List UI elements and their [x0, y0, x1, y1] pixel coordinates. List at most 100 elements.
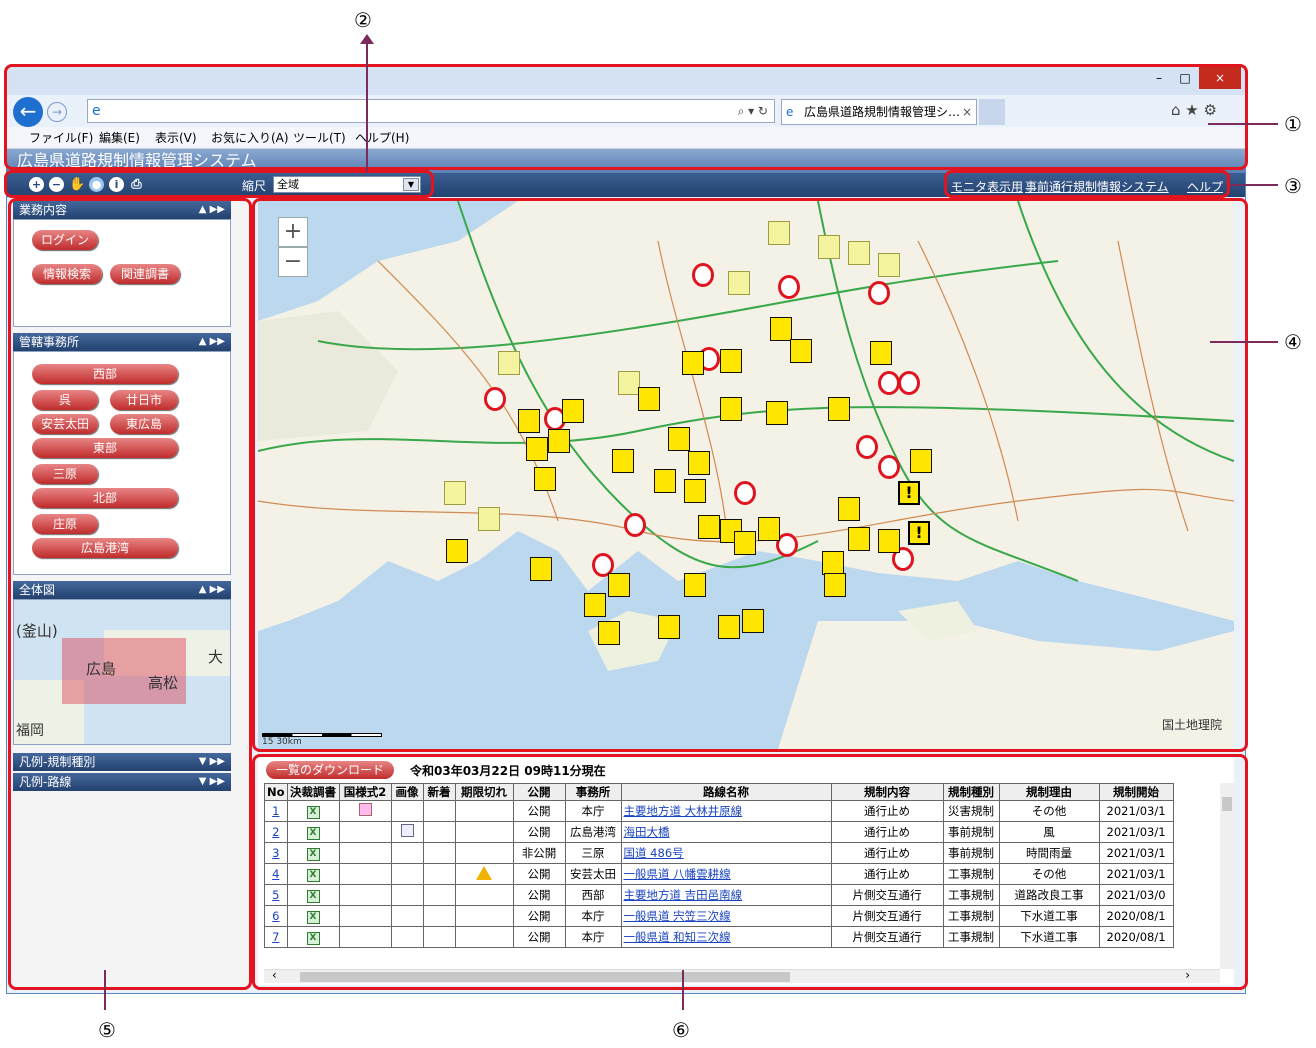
office-higashihiroshima-button[interactable]: 東広島	[110, 414, 178, 434]
road-closed-marker[interactable]	[692, 263, 714, 287]
list-vertical-scrollbar[interactable]	[1220, 783, 1234, 969]
col-image[interactable]: 画像	[390, 783, 424, 801]
pan-hand-icon[interactable]: ✋	[69, 177, 85, 192]
excel-icon[interactable]: X	[306, 890, 320, 903]
road-closed-marker[interactable]	[878, 371, 900, 395]
col-reason[interactable]: 規制理由	[998, 783, 1100, 801]
road-closed-marker[interactable]	[734, 481, 756, 505]
map-zoom-out-button[interactable]: −	[278, 247, 308, 277]
collapse-icon[interactable]: ▲ ▶▶	[199, 581, 225, 599]
snow-marker[interactable]	[728, 271, 750, 295]
barrier-marker[interactable]	[790, 339, 812, 363]
snow-marker[interactable]	[848, 241, 870, 265]
barrier-marker[interactable]	[878, 529, 900, 553]
barrier-marker[interactable]	[870, 341, 892, 365]
scale-select[interactable]: 全域 ▼	[273, 176, 421, 193]
road-closed-marker[interactable]	[878, 455, 900, 479]
menu-edit[interactable]: 編集(E)	[99, 127, 140, 149]
row-no[interactable]: 2	[264, 821, 288, 843]
col-expired[interactable]: 期限切れ	[454, 783, 514, 801]
tab-hiroshima[interactable]: e 広島県道路規制情報管理シ… ×	[781, 99, 977, 125]
barrier-marker[interactable]	[838, 497, 860, 521]
row-no[interactable]: 3	[264, 842, 288, 864]
col-start[interactable]: 規制開始	[1098, 783, 1174, 801]
home-favorites-settings-icon[interactable]: ⌂ ★ ⚙	[1171, 101, 1217, 119]
barrier-marker[interactable]	[720, 349, 742, 373]
tab-close-icon[interactable]: ×	[962, 100, 972, 124]
truck-restriction-marker[interactable]	[778, 275, 800, 299]
expand-icon[interactable]: ▼ ▶▶	[199, 773, 225, 791]
map-view[interactable]: + − ! ! 国土地理院 15 30km	[258, 201, 1234, 749]
excel-icon[interactable]: X	[306, 869, 320, 882]
info-icon[interactable]: i	[109, 177, 124, 192]
legend-road-header[interactable]: 凡例-路線 ▼ ▶▶	[13, 773, 231, 791]
search-refresh-icon[interactable]: ⌕ ▾ ↻	[738, 104, 768, 119]
excel-icon[interactable]: X	[306, 932, 320, 945]
road-closed-marker[interactable]	[856, 435, 878, 459]
barrier-marker[interactable]	[824, 573, 846, 597]
barrier-marker[interactable]	[530, 557, 552, 581]
row-route[interactable]: 海田大橋	[620, 821, 832, 843]
table-row[interactable]: 6 X 公開 本庁 一般県道 宍笠三次線 片側交互通行 工事規制 下水道工事 2…	[264, 905, 1174, 927]
col-form2[interactable]: 国様式2	[338, 783, 392, 801]
back-arrow-icon[interactable]: ←	[13, 97, 43, 127]
row-route[interactable]: 一般県道 和知三次線	[620, 926, 832, 948]
barrier-marker[interactable]	[562, 399, 584, 423]
snow-marker[interactable]	[498, 351, 520, 375]
table-row[interactable]: 4 X 公開 安芸太田 一般県道 八幡雲耕線 通行止め 工事規制 その他 202…	[264, 863, 1174, 885]
barrier-marker[interactable]	[684, 479, 706, 503]
excel-icon[interactable]: X	[306, 827, 320, 840]
office-shobara-button[interactable]: 庄原	[32, 514, 98, 534]
office-akiota-button[interactable]: 安芸太田	[32, 414, 98, 434]
list-horizontal-scrollbar[interactable]: ‹ ›	[264, 968, 1220, 983]
col-no[interactable]: No	[264, 783, 288, 801]
barrier-marker[interactable]	[608, 573, 630, 597]
menu-help[interactable]: ヘルプ(H)	[355, 127, 409, 149]
truck-restriction-marker[interactable]	[868, 281, 890, 305]
menu-tools[interactable]: ツール(T)	[293, 127, 346, 149]
snow-marker[interactable]	[818, 235, 840, 259]
scroll-left-icon[interactable]: ‹	[272, 968, 277, 982]
col-office[interactable]: 事務所	[564, 783, 622, 801]
barrier-marker[interactable]	[822, 551, 844, 575]
legend-type-header[interactable]: 凡例-規制種別 ▼ ▶▶	[13, 753, 231, 771]
table-row[interactable]: 2 X 公開 広島港湾 海田大橋 通行止め 事前規制 風 2021/03/1	[264, 821, 1174, 843]
new-tab-button[interactable]	[979, 99, 1005, 125]
road-closed-marker[interactable]	[898, 371, 920, 395]
overview-viewport[interactable]	[62, 638, 186, 704]
snow-marker[interactable]	[444, 481, 466, 505]
office-kure-button[interactable]: 呉	[32, 390, 98, 410]
download-list-button[interactable]: 一覧のダウンロード	[266, 761, 394, 779]
road-closed-marker[interactable]	[484, 387, 506, 411]
related-docs-button[interactable]: 関連調書	[110, 264, 180, 284]
overview-panel-header[interactable]: 全体図 ▲ ▶▶	[13, 581, 231, 599]
menu-view[interactable]: 表示(V)	[155, 127, 197, 149]
col-type[interactable]: 規制種別	[942, 783, 1000, 801]
col-route[interactable]: 路線名称	[620, 783, 832, 801]
barrier-marker[interactable]	[682, 351, 704, 375]
col-content[interactable]: 規制内容	[830, 783, 944, 801]
help-link[interactable]: ヘルプ	[1187, 178, 1223, 195]
barrier-marker[interactable]	[684, 573, 706, 597]
barrier-marker[interactable]	[910, 449, 932, 473]
col-public[interactable]: 公開	[512, 783, 566, 801]
row-no[interactable]: 6	[264, 905, 288, 927]
image-icon[interactable]	[400, 824, 414, 837]
close-button[interactable]: ×	[1199, 67, 1241, 89]
barrier-marker[interactable]	[658, 615, 680, 639]
barrier-marker[interactable]	[668, 427, 690, 451]
snow-marker[interactable]	[878, 253, 900, 277]
barrier-marker[interactable]	[612, 449, 634, 473]
barrier-marker[interactable]	[828, 397, 850, 421]
row-route[interactable]: 一般県道 八幡雲耕線	[620, 863, 832, 885]
snow-marker[interactable]	[618, 371, 640, 395]
barrier-marker[interactable]	[698, 515, 720, 539]
row-no[interactable]: 5	[264, 884, 288, 906]
vscroll-thumb[interactable]	[1222, 797, 1232, 811]
barrier-marker[interactable]	[688, 451, 710, 475]
col-new[interactable]: 新着	[422, 783, 456, 801]
barrier-marker[interactable]	[446, 539, 468, 563]
form2-doc-icon[interactable]	[358, 803, 372, 816]
table-row[interactable]: 1 X 公開 本庁 主要地方道 大林井原線 通行止め 災害規制 その他 2021…	[264, 800, 1174, 822]
barrier-marker[interactable]	[598, 621, 620, 645]
